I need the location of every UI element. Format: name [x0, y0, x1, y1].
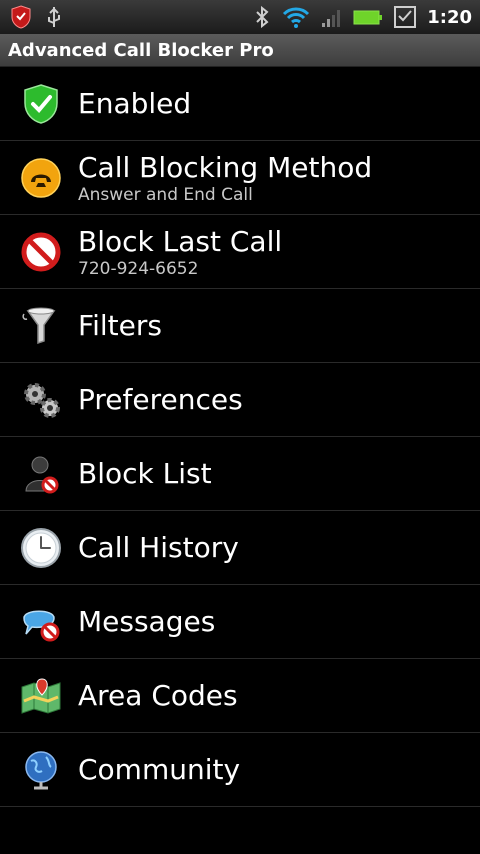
phone-orange-icon	[18, 155, 64, 201]
menu-item-label: Enabled	[78, 86, 192, 120]
bluetooth-icon	[253, 5, 271, 29]
usb-icon	[44, 5, 64, 29]
green-check-shield-icon	[18, 81, 64, 127]
funnel-icon	[18, 303, 64, 349]
menu-item-label: Block Last Call	[78, 224, 283, 258]
menu-list: Enabled Call Blocking Method Answer and …	[0, 67, 480, 807]
status-time: 1:20	[427, 6, 472, 28]
menu-item-call-blocking-method[interactable]: Call Blocking Method Answer and End Call	[0, 141, 480, 215]
menu-item-label: Call History	[78, 530, 239, 564]
menu-item-call-history[interactable]: Call History	[0, 511, 480, 585]
wifi-icon	[281, 5, 311, 29]
menu-item-enabled[interactable]: Enabled	[0, 67, 480, 141]
menu-item-label: Community	[78, 752, 241, 786]
app-title-bar: Advanced Call Blocker Pro	[0, 34, 480, 67]
clock-icon	[18, 525, 64, 571]
menu-item-block-list[interactable]: Block List	[0, 437, 480, 511]
menu-item-block-last-call[interactable]: Block Last Call 720-924-6652	[0, 215, 480, 289]
globe-icon	[18, 747, 64, 793]
signal-strength-icon	[321, 5, 343, 29]
menu-item-area-codes[interactable]: Area Codes	[0, 659, 480, 733]
menu-item-label: Block List	[78, 456, 212, 490]
menu-item-sublabel: 720-924-6652	[78, 258, 199, 279]
menu-item-label: Messages	[78, 604, 216, 638]
shield-app-notification-icon	[8, 5, 34, 29]
task-checkbox-icon	[393, 5, 417, 29]
menu-item-community[interactable]: Community	[0, 733, 480, 807]
battery-icon	[353, 5, 383, 29]
menu-item-label: Preferences	[78, 382, 243, 416]
menu-item-sublabel: Answer and End Call	[78, 184, 253, 205]
menu-item-preferences[interactable]: Preferences	[0, 363, 480, 437]
menu-item-label: Filters	[78, 308, 162, 342]
blocked-contact-icon	[18, 451, 64, 497]
menu-item-label: Call Blocking Method	[78, 150, 373, 184]
message-bubble-blocked-icon	[18, 599, 64, 645]
app-title: Advanced Call Blocker Pro	[8, 39, 274, 61]
map-pin-icon	[18, 673, 64, 719]
no-entry-icon	[18, 229, 64, 275]
menu-item-label: Area Codes	[78, 678, 238, 712]
menu-item-filters[interactable]: Filters	[0, 289, 480, 363]
menu-item-messages[interactable]: Messages	[0, 585, 480, 659]
status-bar: 1:20	[0, 0, 480, 34]
gears-icon	[18, 377, 64, 423]
